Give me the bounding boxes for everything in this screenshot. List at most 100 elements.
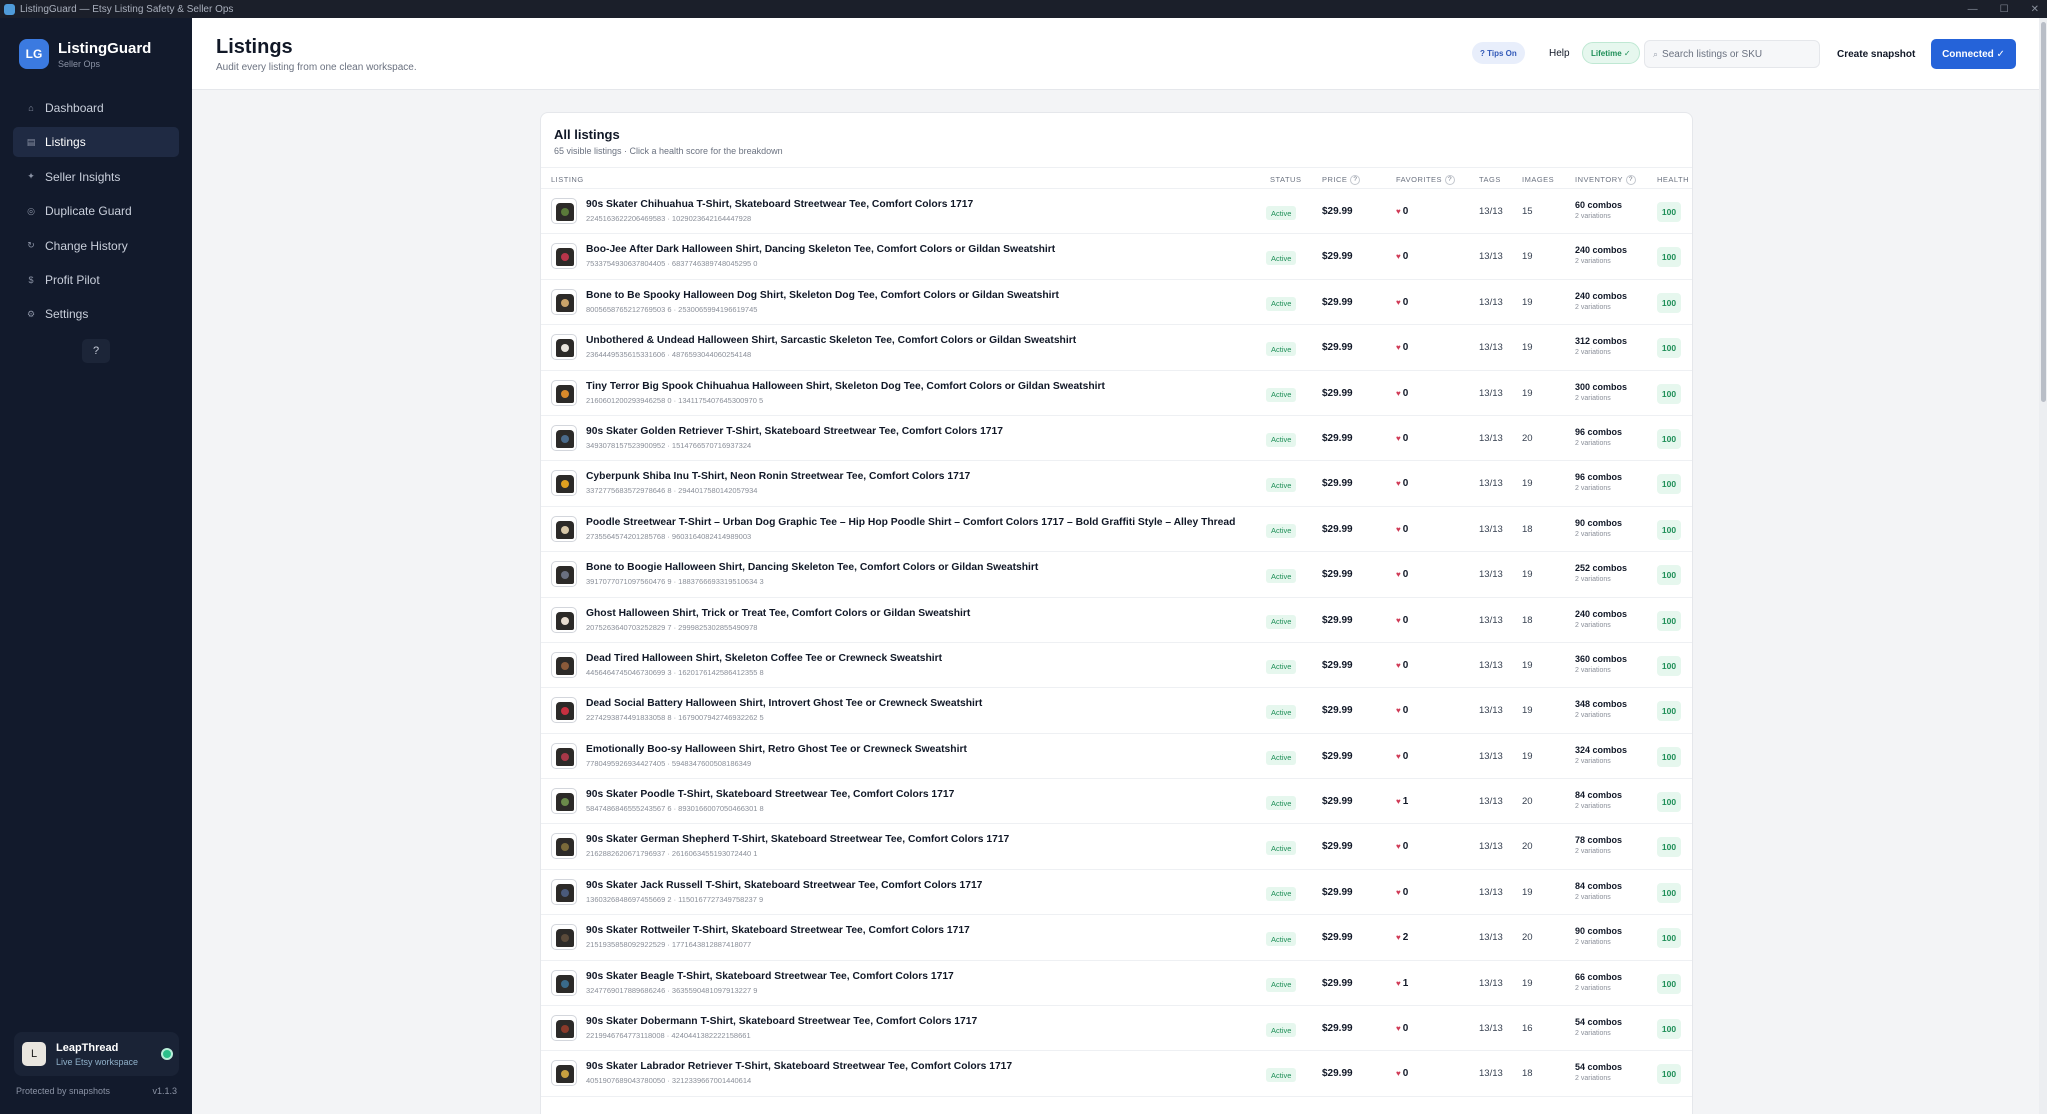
listing-thumbnail[interactable]: [551, 697, 577, 724]
listing-title[interactable]: 90s Skater Rottweiler T-Shirt, Skateboar…: [586, 925, 970, 936]
sidebar-item-profit-pilot[interactable]: $ Profit Pilot: [13, 265, 179, 295]
table-row[interactable]: Bone to Boogie Halloween Shirt, Dancing …: [541, 552, 1692, 598]
table-row[interactable]: 90s Skater Labrador Retriever T-Shirt, S…: [541, 1051, 1692, 1097]
listing-thumbnail[interactable]: [551, 288, 577, 315]
table-row[interactable]: Ghost Halloween Shirt, Trick or Treat Te…: [541, 598, 1692, 643]
table-row[interactable]: Cyberpunk Shiba Inu T-Shirt, Neon Ronin …: [541, 461, 1692, 507]
sidebar-item-duplicate-guard[interactable]: ◎ Duplicate Guard: [13, 196, 179, 226]
listing-title[interactable]: Bone to Boogie Halloween Shirt, Dancing …: [586, 562, 1038, 573]
health-score-button[interactable]: 100: [1657, 1019, 1681, 1040]
brand[interactable]: LG ListingGuard Seller Ops: [19, 39, 151, 69]
inventory-help-icon[interactable]: ?: [1625, 175, 1636, 186]
table-row[interactable]: Dead Social Battery Halloween Shirt, Int…: [541, 688, 1692, 734]
table-row[interactable]: 90s Skater Poodle T-Shirt, Skateboard St…: [541, 779, 1692, 825]
listing-title[interactable]: 90s Skater Chihuahua T-Shirt, Skateboard…: [586, 199, 973, 210]
health-score-button[interactable]: 100: [1657, 1064, 1681, 1085]
listing-title[interactable]: Emotionally Boo-sy Halloween Shirt, Retr…: [586, 744, 967, 755]
listing-thumbnail[interactable]: [551, 969, 577, 996]
health-score-button[interactable]: 100: [1657, 655, 1681, 676]
table-row[interactable]: Bone to Be Spooky Halloween Dog Shirt, S…: [541, 280, 1692, 326]
help-button[interactable]: Help: [1543, 42, 1576, 64]
listing-thumbnail[interactable]: [551, 606, 577, 633]
listing-title[interactable]: Ghost Halloween Shirt, Trick or Treat Te…: [586, 608, 970, 619]
connected-button[interactable]: Connected ✓: [1931, 39, 2016, 69]
listing-title[interactable]: 90s Skater German Shepherd T-Shirt, Skat…: [586, 834, 1009, 845]
listing-thumbnail[interactable]: [551, 1015, 577, 1042]
table-row[interactable]: Poodle Streetwear T-Shirt – Urban Dog Gr…: [541, 507, 1692, 553]
listing-title[interactable]: 90s Skater Golden Retriever T-Shirt, Ska…: [586, 426, 1003, 437]
maximize-icon[interactable]: ☐: [2000, 4, 2009, 15]
listing-title[interactable]: Dead Social Battery Halloween Shirt, Int…: [586, 698, 982, 709]
health-score-button[interactable]: 100: [1657, 474, 1681, 495]
table-row[interactable]: 90s Skater Rottweiler T-Shirt, Skateboar…: [541, 915, 1692, 961]
listing-thumbnail[interactable]: [551, 878, 577, 905]
health-score-button[interactable]: 100: [1657, 428, 1681, 449]
listing-thumbnail[interactable]: [551, 334, 577, 361]
search-box[interactable]: ⌕: [1644, 40, 1820, 68]
account-card[interactable]: L LeapThread Live Etsy workspace: [14, 1032, 179, 1076]
health-score-button[interactable]: 100: [1657, 338, 1681, 359]
health-score-button[interactable]: 100: [1657, 292, 1681, 313]
listing-thumbnail[interactable]: [551, 470, 577, 497]
sidebar-item-change-history[interactable]: ↻ Change History: [13, 231, 179, 261]
table-row[interactable]: 90s Skater Jack Russell T-Shirt, Skatebo…: [541, 870, 1692, 916]
health-score-button[interactable]: 100: [1657, 792, 1681, 813]
listing-title[interactable]: 90s Skater Poodle T-Shirt, Skateboard St…: [586, 789, 954, 800]
price-help-icon[interactable]: ?: [1350, 175, 1361, 186]
listing-title[interactable]: Cyberpunk Shiba Inu T-Shirt, Neon Ronin …: [586, 471, 970, 482]
table-row[interactable]: Boo-Jee After Dark Halloween Shirt, Danc…: [541, 234, 1692, 280]
health-score-button[interactable]: 100: [1657, 519, 1681, 540]
lifetime-badge[interactable]: Lifetime ✓: [1582, 42, 1640, 64]
table-row[interactable]: 90s Skater German Shepherd T-Shirt, Skat…: [541, 824, 1692, 870]
sidebar-item-settings[interactable]: ⚙ Settings: [13, 299, 179, 329]
column-inventory[interactable]: INVENTORY?: [1575, 175, 1636, 186]
listing-title[interactable]: Dead Tired Halloween Shirt, Skeleton Cof…: [586, 653, 942, 664]
listing-thumbnail[interactable]: [551, 651, 577, 678]
listing-title[interactable]: 90s Skater Jack Russell T-Shirt, Skatebo…: [586, 880, 982, 891]
health-score-button[interactable]: 100: [1657, 973, 1681, 994]
search-input[interactable]: [1662, 48, 1803, 60]
health-score-button[interactable]: 100: [1657, 565, 1681, 586]
tips-toggle[interactable]: ? Tips On: [1472, 42, 1525, 64]
listing-thumbnail[interactable]: [551, 788, 577, 815]
listing-title[interactable]: Unbothered & Undead Halloween Shirt, Sar…: [586, 335, 1076, 346]
sidebar-item-dashboard[interactable]: ⌂ Dashboard: [13, 93, 179, 123]
listing-thumbnail[interactable]: [551, 924, 577, 951]
listing-title[interactable]: 90s Skater Dobermann T-Shirt, Skateboard…: [586, 1016, 977, 1027]
table-row[interactable]: Tiny Terror Big Spook Chihuahua Hallowee…: [541, 371, 1692, 416]
sidebar-item-seller-insights[interactable]: ✦ Seller Insights: [13, 162, 179, 192]
column-listing[interactable]: LISTING: [551, 175, 584, 184]
listing-thumbnail[interactable]: [551, 515, 577, 542]
listing-title[interactable]: Bone to Be Spooky Halloween Dog Shirt, S…: [586, 290, 1059, 301]
listing-thumbnail[interactable]: [551, 742, 577, 769]
help-icon-button[interactable]: ?: [82, 339, 110, 363]
health-score-button[interactable]: 100: [1657, 383, 1681, 404]
create-snapshot-button[interactable]: Create snapshot: [1831, 40, 1921, 68]
minimize-icon[interactable]: —: [1968, 4, 1978, 15]
health-score-button[interactable]: 100: [1657, 746, 1681, 767]
listing-title[interactable]: 90s Skater Labrador Retriever T-Shirt, S…: [586, 1061, 1012, 1072]
column-tags[interactable]: TAGS: [1479, 175, 1501, 184]
health-score-button[interactable]: 100: [1657, 202, 1681, 222]
column-status[interactable]: STATUS: [1270, 175, 1301, 184]
table-row[interactable]: Unbothered & Undead Halloween Shirt, Sar…: [541, 325, 1692, 371]
column-health[interactable]: HEALTH: [1657, 175, 1689, 184]
listing-thumbnail[interactable]: [551, 1060, 577, 1087]
health-score-button[interactable]: 100: [1657, 882, 1681, 903]
close-icon[interactable]: ✕: [2031, 4, 2039, 15]
health-score-button[interactable]: 100: [1657, 610, 1681, 631]
listing-thumbnail[interactable]: [551, 833, 577, 860]
sidebar-item-listings[interactable]: ▤ Listings: [13, 127, 179, 158]
table-row[interactable]: Dead Tired Halloween Shirt, Skeleton Cof…: [541, 643, 1692, 689]
health-score-button[interactable]: 100: [1657, 837, 1681, 858]
listing-thumbnail[interactable]: [551, 198, 577, 224]
listing-thumbnail[interactable]: [551, 424, 577, 451]
column-images[interactable]: IMAGES: [1522, 175, 1554, 184]
table-row[interactable]: 90s Skater Dobermann T-Shirt, Skateboard…: [541, 1006, 1692, 1052]
health-score-button[interactable]: 100: [1657, 701, 1681, 722]
column-price[interactable]: PRICE?: [1322, 175, 1361, 186]
listing-thumbnail[interactable]: [551, 379, 577, 406]
scrollbar-thumb[interactable]: [2041, 22, 2046, 402]
listing-thumbnail[interactable]: [551, 561, 577, 588]
table-row[interactable]: 90s Skater Beagle T-Shirt, Skateboard St…: [541, 961, 1692, 1007]
